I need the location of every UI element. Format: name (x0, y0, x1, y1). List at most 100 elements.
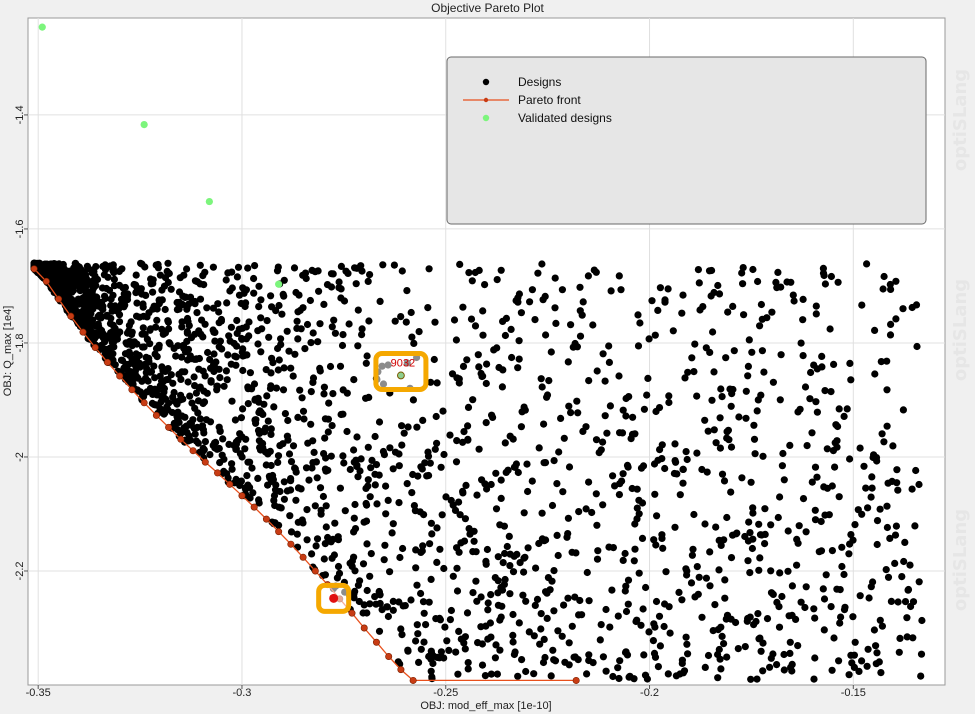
design-point (911, 522, 919, 530)
design-point (356, 577, 364, 585)
design-point (750, 421, 758, 429)
design-point (683, 571, 691, 579)
design-point (481, 281, 489, 289)
design-point (592, 490, 600, 498)
design-point (774, 268, 782, 276)
design-point (420, 510, 428, 519)
pareto-point (165, 423, 173, 431)
design-point (244, 458, 252, 466)
design-point (270, 496, 278, 504)
design-point (220, 382, 228, 390)
design-point (478, 476, 486, 484)
design-point (339, 331, 347, 339)
design-point (246, 369, 254, 377)
design-point (522, 667, 530, 676)
design-point (774, 513, 782, 522)
design-point (316, 484, 325, 492)
design-point (742, 414, 750, 422)
design-point (175, 412, 183, 420)
design-point (337, 262, 345, 270)
design-point (144, 377, 152, 385)
design-point (879, 285, 887, 293)
design-point (848, 659, 856, 667)
design-point (601, 412, 609, 420)
design-point (309, 329, 317, 337)
design-point (95, 311, 103, 319)
design-point (698, 613, 706, 621)
design-point (626, 672, 634, 680)
design-point (637, 464, 646, 472)
design-point (517, 423, 526, 431)
design-point (784, 527, 792, 535)
design-point (433, 439, 441, 447)
design-point (255, 408, 263, 417)
design-point (554, 551, 562, 560)
design-point (272, 481, 280, 489)
design-point (328, 422, 336, 430)
design-point (522, 597, 530, 605)
design-point (633, 485, 641, 493)
design-point (428, 675, 436, 683)
design-point (408, 489, 416, 497)
legend[interactable]: Designs Pareto front Validated designs (446, 56, 927, 225)
design-point (786, 638, 794, 646)
design-point (864, 504, 872, 512)
design-point (721, 594, 729, 602)
design-point (750, 435, 759, 443)
design-point (407, 596, 415, 604)
pareto-point (409, 676, 417, 684)
design-point (818, 363, 826, 371)
design-point (810, 605, 818, 613)
design-point (239, 405, 247, 413)
design-point (224, 269, 232, 277)
design-point (729, 531, 737, 539)
design-point (411, 507, 419, 515)
design-point (357, 455, 365, 463)
design-point (724, 308, 732, 316)
design-point (384, 612, 392, 621)
design-point (917, 650, 926, 658)
design-point (456, 511, 464, 519)
design-point (424, 304, 432, 312)
design-point (191, 382, 199, 390)
pareto-point (238, 492, 246, 500)
design-point (172, 352, 180, 360)
design-point (671, 523, 679, 531)
design-point (149, 276, 157, 284)
design-point (868, 484, 876, 492)
design-point (847, 651, 855, 659)
design-point (449, 572, 457, 580)
design-point (645, 628, 653, 636)
design-point (635, 569, 643, 577)
design-point (788, 660, 796, 669)
selected-design-point[interactable] (397, 371, 405, 380)
design-point (223, 376, 231, 384)
design-point (299, 519, 307, 527)
design-point (482, 379, 490, 388)
pareto-point (79, 328, 87, 336)
design-point (518, 408, 526, 416)
x-tick-label: -0.2 (640, 687, 659, 699)
design-point (132, 281, 140, 289)
design-point (498, 602, 506, 610)
design-point (716, 414, 724, 422)
design-point (883, 502, 891, 510)
design-point (408, 333, 416, 341)
design-point (287, 486, 295, 494)
design-point (714, 281, 722, 290)
design-point (564, 530, 572, 538)
design-point (222, 276, 230, 284)
design-point (386, 568, 394, 576)
design-point (636, 319, 644, 327)
design-point (907, 602, 915, 611)
design-point (759, 452, 767, 460)
design-point (497, 266, 505, 274)
design-point (773, 598, 781, 607)
design-point (488, 411, 496, 419)
selected-pareto-point[interactable] (329, 593, 339, 603)
design-point (729, 302, 737, 310)
design-point (876, 505, 884, 513)
design-point (268, 354, 276, 362)
design-point (186, 392, 194, 400)
design-point (723, 428, 731, 436)
